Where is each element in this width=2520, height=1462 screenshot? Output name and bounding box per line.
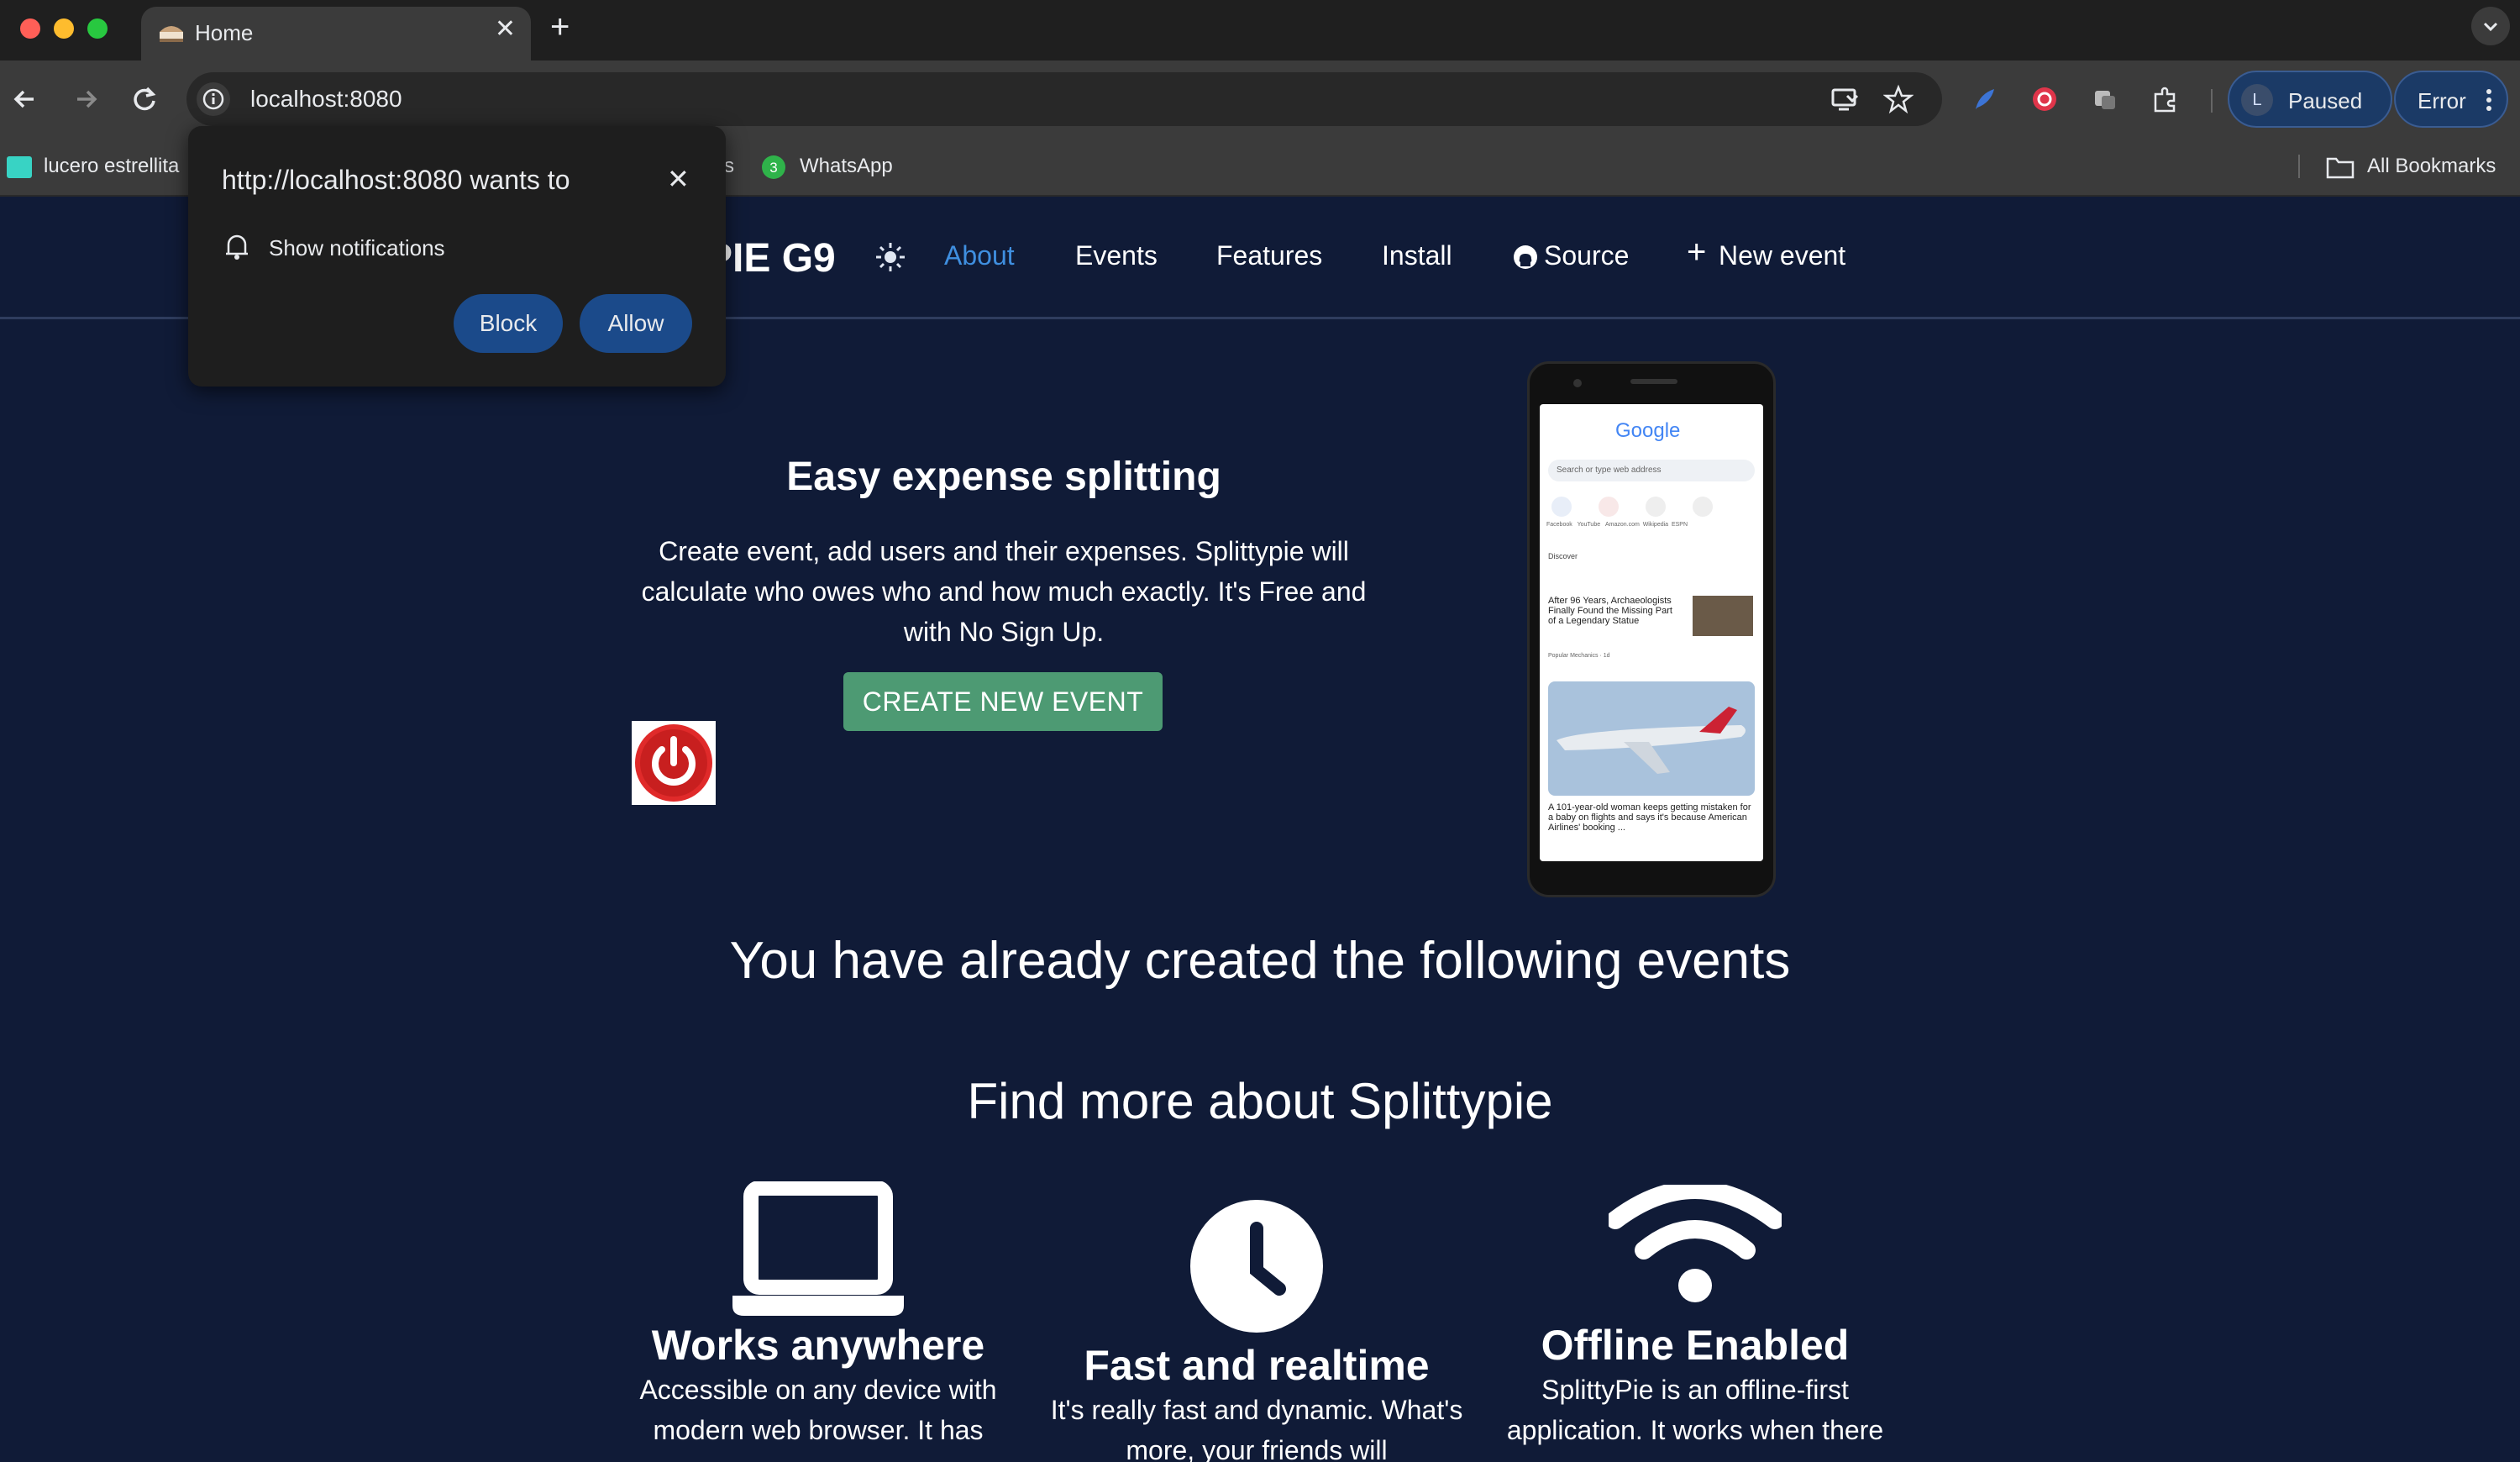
popup-close-icon[interactable]: ✕	[667, 163, 690, 195]
feature-works-anywhere-text: Works anywhere Accessible on any device …	[608, 1321, 1028, 1450]
nav-install[interactable]: Install	[1382, 240, 1452, 271]
minimize-window-button[interactable]	[54, 18, 74, 39]
google-logo: Google	[1615, 419, 1681, 442]
red-extension-icon[interactable]	[2029, 84, 2060, 114]
translate-extension-icon[interactable]	[2090, 84, 2120, 114]
back-arrow-icon[interactable]	[7, 81, 44, 118]
bookmark-whatsapp[interactable]: WhatsApp	[800, 155, 893, 178]
shortcut-labels: Facebook YouTube Amazon.com Wikipedia ES…	[1546, 522, 1688, 528]
hero-description: Create event, add users and their expens…	[641, 536, 1367, 647]
install-app-icon[interactable]	[1830, 84, 1860, 114]
phone-article-2: A 101-year-old woman keeps getting mista…	[1548, 802, 1751, 833]
bookmark-star-icon[interactable]	[1883, 84, 1914, 114]
phone-speaker	[1630, 379, 1677, 384]
bookmark-lucero[interactable]: lucero estrellita	[44, 155, 179, 178]
bookmark-favicon-icon	[7, 156, 32, 178]
facebook-icon	[1551, 497, 1572, 517]
tab-home[interactable]: Home ✕	[141, 7, 531, 60]
toolbar-divider	[2211, 89, 2213, 113]
nav-events[interactable]: Events	[1075, 240, 1158, 271]
all-bookmarks-link[interactable]: All Bookmarks	[2367, 155, 2496, 178]
profile-button[interactable]: L Paused	[2228, 71, 2392, 128]
nav-source[interactable]: Source	[1544, 240, 1629, 271]
sun-theme-icon[interactable]	[874, 240, 907, 274]
forward-arrow-icon[interactable]	[67, 81, 104, 118]
power-button-image[interactable]	[632, 721, 716, 805]
find-more-heading: Find more about Splittypie	[967, 1073, 1553, 1129]
clock-icon	[1190, 1200, 1323, 1333]
plus-icon[interactable]: +	[1687, 234, 1706, 271]
tab-bar: Home ✕ +	[0, 0, 2520, 60]
phone-camera	[1573, 379, 1582, 387]
youtube-icon	[1599, 497, 1619, 517]
more-vert-icon	[2486, 89, 2491, 111]
feather-extension-icon[interactable]	[1969, 84, 1999, 114]
feature-offline	[1485, 1181, 1905, 1307]
address-bar[interactable]: localhost:8080	[186, 72, 1942, 126]
feature-fast-realtime-text: Fast and realtime It's really fast and d…	[1047, 1341, 1467, 1462]
discover-label: Discover	[1548, 552, 1578, 560]
nav-features[interactable]: Features	[1216, 240, 1322, 271]
feature-offline-text: Offline Enabled SplittyPie is an offline…	[1485, 1321, 1905, 1450]
statue-thumbnail	[1693, 596, 1753, 636]
extensions-puzzle-icon[interactable]	[2150, 84, 2181, 114]
phone-screen: Google Search or type web address Facebo…	[1540, 404, 1763, 861]
feature-works-anywhere	[608, 1181, 1028, 1320]
tab-title: Home	[195, 20, 254, 45]
permission-text: Show notifications	[269, 235, 445, 260]
popup-title: http://localhost:8080 wants to	[222, 165, 570, 195]
svg-text:3: 3	[769, 160, 777, 176]
amazon-icon	[1646, 497, 1666, 517]
phone-article-1: After 96 Years, Archaeologists Finally F…	[1548, 596, 1672, 626]
bookmarks-divider	[2298, 155, 2300, 178]
phone-search-box: Search or type web address	[1548, 460, 1755, 481]
profile-status: Paused	[2288, 88, 2363, 113]
feature-description: SplittyPie is an offline-first applicati…	[1506, 1375, 1884, 1445]
nav-new-event[interactable]: New event	[1719, 240, 1845, 271]
permission-popup: http://localhost:8080 wants to ✕ Show no…	[188, 126, 726, 387]
bell-icon	[226, 234, 248, 260]
block-button[interactable]: Block	[454, 294, 563, 353]
feature-title: Works anywhere	[651, 1322, 985, 1369]
site-info-icon[interactable]	[197, 82, 230, 116]
wifi-icon	[1606, 1181, 1784, 1302]
close-tab-icon[interactable]: ✕	[495, 17, 516, 42]
github-icon[interactable]	[1512, 244, 1539, 271]
close-window-button[interactable]	[20, 18, 40, 39]
power-icon	[635, 724, 712, 802]
chevron-down-icon	[2483, 22, 2498, 32]
laptop-icon	[732, 1181, 904, 1316]
create-new-event-button[interactable]: CREATE NEW EVENT	[843, 672, 1163, 731]
hero-title: Easy expense splitting	[786, 455, 1221, 499]
url-text: localhost:8080	[250, 86, 402, 112]
airplane-image	[1548, 681, 1755, 796]
reload-icon[interactable]	[126, 81, 163, 118]
error-label: Error	[2418, 88, 2466, 113]
whatsapp-icon: 3	[762, 155, 785, 179]
maximize-window-button[interactable]	[87, 18, 108, 39]
phone-article-1-source: Popular Mechanics · 1d	[1548, 653, 1610, 659]
feature-title: Fast and realtime	[1084, 1342, 1430, 1389]
phone-shortcuts: Facebook YouTube Amazon.com Wikipedia ES…	[1546, 497, 1763, 530]
feature-description: It's really fast and dynamic. What's mor…	[1050, 1395, 1463, 1462]
avatar: L	[2241, 84, 2273, 116]
error-menu-button[interactable]: Error	[2394, 71, 2508, 128]
allow-button[interactable]: Allow	[580, 294, 692, 353]
events-heading: You have already created the following e…	[729, 932, 1791, 990]
phone-mockup: Google Search or type web address Facebo…	[1527, 361, 1776, 897]
new-tab-icon[interactable]: +	[550, 10, 570, 44]
feature-title: Offline Enabled	[1541, 1322, 1850, 1369]
feature-fast-realtime	[1047, 1200, 1467, 1337]
tab-search-button[interactable]	[2471, 7, 2510, 45]
pie-favicon-icon	[160, 26, 183, 42]
wikipedia-icon	[1693, 497, 1713, 517]
folder-icon	[2326, 157, 2355, 179]
nav-about[interactable]: About	[944, 240, 1015, 271]
feature-description: Accessible on any device with modern web…	[639, 1375, 997, 1445]
